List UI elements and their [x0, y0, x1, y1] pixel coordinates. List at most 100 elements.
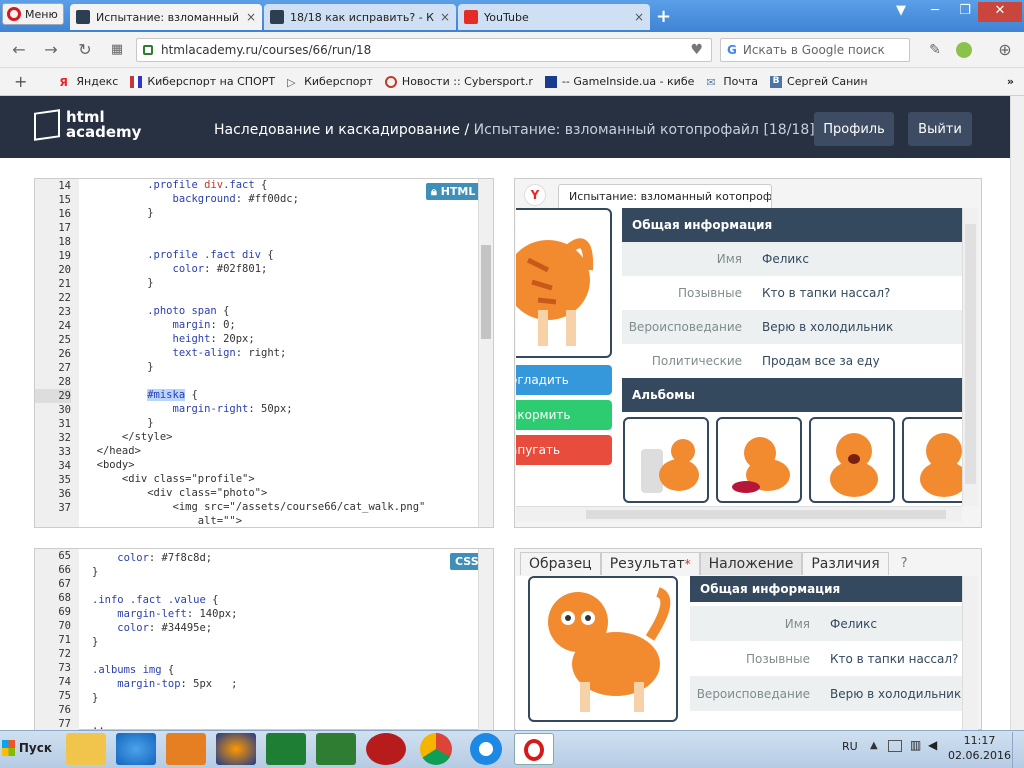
- code-line[interactable]: height: 20px;: [84, 332, 474, 346]
- speed-dial-grid-icon[interactable]: ▦: [106, 40, 128, 60]
- media-player-icon[interactable]: [166, 733, 206, 765]
- page-scrollbar[interactable]: [1010, 96, 1024, 730]
- code-line[interactable]: [84, 290, 474, 304]
- show-desktop-button[interactable]: [1012, 732, 1024, 768]
- language-indicator[interactable]: RU: [842, 740, 858, 753]
- close-tab-icon[interactable]: ×: [246, 10, 256, 24]
- code-line[interactable]: .info .fact .value {: [92, 593, 472, 607]
- close-tab-icon[interactable]: ×: [440, 10, 450, 24]
- scroll-thumb[interactable]: [965, 224, 976, 484]
- bookmark-cybersport[interactable]: ▷ Киберспорт: [287, 75, 373, 89]
- bookmark-heart-icon[interactable]: ♥: [690, 42, 703, 58]
- code-line[interactable]: [92, 705, 472, 719]
- code-line[interactable]: </head>: [84, 444, 474, 458]
- updater-icon[interactable]: [470, 733, 502, 765]
- code-line[interactable]: }: [84, 276, 474, 290]
- code-line[interactable]: .profile .fact div {: [84, 248, 474, 262]
- start-button[interactable]: Пуск: [2, 734, 52, 762]
- code-line[interactable]: #miska {: [84, 388, 474, 402]
- code-line[interactable]: }: [84, 206, 474, 220]
- code-line[interactable]: }: [84, 416, 474, 430]
- code-line[interactable]: ..: [92, 719, 472, 730]
- maximize-window-icon[interactable]: ❐: [950, 2, 980, 22]
- code-line[interactable]: text-align: right;: [84, 346, 474, 360]
- close-window-icon[interactable]: ✕: [978, 2, 1022, 22]
- tab-overlay[interactable]: Наложение: [699, 552, 803, 575]
- code-line[interactable]: <div class="profile">: [84, 472, 474, 486]
- code-line[interactable]: margin-right: 50px;: [84, 402, 474, 416]
- adblock-icon[interactable]: ✎: [924, 40, 946, 60]
- code-line[interactable]: <div class="photo">: [84, 486, 474, 500]
- tab-result[interactable]: Результат*: [600, 552, 700, 575]
- code-line[interactable]: margin-left: 140px;: [92, 607, 472, 621]
- code-line[interactable]: [92, 579, 472, 593]
- opera-taskbar-icon[interactable]: [514, 733, 554, 765]
- code-line[interactable]: background: #ff00dc;: [84, 192, 474, 206]
- bookmark-sport[interactable]: Киберспорт на СПОРТ: [130, 75, 275, 88]
- address-input[interactable]: htmlacademy.ru/courses/66/run/18 ♥: [136, 38, 712, 62]
- breadcrumb-section[interactable]: Наследование и каскадирование /: [214, 122, 469, 138]
- minimize-window-icon[interactable]: ─: [920, 2, 950, 22]
- code-line[interactable]: color: #34495e;: [92, 621, 472, 635]
- tab-menu-icon[interactable]: ▼: [886, 2, 916, 22]
- code-line[interactable]: .albums img {: [92, 663, 472, 677]
- code-line[interactable]: [84, 374, 474, 388]
- forward-arrow-icon[interactable]: →: [40, 40, 62, 60]
- tab-forum[interactable]: 18/18 как исправить? - Курс ×: [264, 4, 456, 30]
- feed-button[interactable]: акормить: [516, 400, 612, 430]
- code-line[interactable]: }: [92, 635, 472, 649]
- back-arrow-icon[interactable]: ←: [8, 40, 30, 60]
- game-app-icon[interactable]: [366, 733, 406, 765]
- profile-button[interactable]: Профиль: [814, 112, 894, 146]
- logout-button[interactable]: Выйти: [908, 112, 972, 146]
- code-line[interactable]: margin-top: 5px ;: [92, 677, 472, 691]
- bookmark-yandex[interactable]: Я Яндекс: [59, 75, 118, 89]
- preview-hscrollbar[interactable]: [516, 506, 962, 522]
- reload-icon[interactable]: ↻: [74, 40, 96, 60]
- explorer-icon[interactable]: [66, 733, 106, 765]
- scroll-thumb[interactable]: [481, 245, 491, 339]
- add-bookmark-plus-icon[interactable]: +: [14, 72, 27, 91]
- opera-menu-button[interactable]: Меню: [2, 3, 64, 25]
- code-line[interactable]: }: [92, 691, 472, 705]
- code-line[interactable]: }: [92, 565, 472, 579]
- search-input[interactable]: G Искать в Google поиск: [720, 38, 910, 62]
- preview-vscrollbar[interactable]: [962, 208, 978, 506]
- download-extension-icon[interactable]: [956, 42, 972, 58]
- excel-icon[interactable]: [266, 733, 306, 765]
- code-line[interactable]: margin: 0;: [84, 318, 474, 332]
- code-line[interactable]: alt="">: [84, 514, 474, 528]
- site-logo[interactable]: html academy: [34, 109, 141, 141]
- css-code[interactable]: color: #7f8c8d;} .info .fact .value { ma…: [92, 551, 472, 730]
- downloads-icon[interactable]: ⊕: [994, 40, 1016, 60]
- close-tab-icon[interactable]: ×: [634, 10, 644, 24]
- notepad-plus-icon[interactable]: [316, 733, 356, 765]
- bookmark-gameinside[interactable]: -- GameInside.ua - кибе: [544, 75, 694, 88]
- action-center-icon[interactable]: [888, 740, 902, 752]
- internet-explorer-icon[interactable]: [116, 733, 156, 765]
- html-code[interactable]: .profile div.fact { background: #ff00dc;…: [84, 178, 474, 528]
- code-line[interactable]: color: #02f801;: [84, 262, 474, 276]
- preview-tab[interactable]: Испытание: взломанный котопроф: [558, 184, 772, 208]
- code-line[interactable]: .profile div.fact {: [84, 178, 474, 192]
- code-line[interactable]: }: [84, 360, 474, 374]
- tab-youtube[interactable]: YouTube ×: [458, 4, 650, 30]
- code-line[interactable]: <body>: [84, 458, 474, 472]
- help-icon[interactable]: ?: [901, 552, 908, 575]
- tray-expand-icon[interactable]: ▲: [870, 740, 878, 751]
- bookmark-cybersport-news[interactable]: Новости :: Cybersport.r: [384, 75, 533, 88]
- tab-current[interactable]: Испытание: взломанный кот ×: [70, 4, 262, 30]
- system-clock[interactable]: 11:17 02.06.2016: [948, 733, 1011, 763]
- tab-diff[interactable]: Различия: [802, 552, 889, 575]
- code-line[interactable]: [84, 220, 474, 234]
- pet-button[interactable]: огладить: [516, 365, 612, 395]
- code-line[interactable]: <img src="/assets/course66/cat_walk.png": [84, 500, 474, 514]
- css-editor-scrollbar[interactable]: [478, 549, 493, 730]
- html-editor-scrollbar[interactable]: [478, 179, 493, 527]
- new-tab-plus-icon[interactable]: +: [656, 6, 671, 27]
- bookmark-vk[interactable]: B Сергей Санин: [770, 75, 868, 88]
- chrome-icon[interactable]: [420, 733, 452, 765]
- network-icon[interactable]: ▥: [910, 738, 921, 752]
- more-bookmarks-icon[interactable]: »: [1007, 75, 1014, 88]
- code-line[interactable]: color: #7f8c8d;: [92, 551, 472, 565]
